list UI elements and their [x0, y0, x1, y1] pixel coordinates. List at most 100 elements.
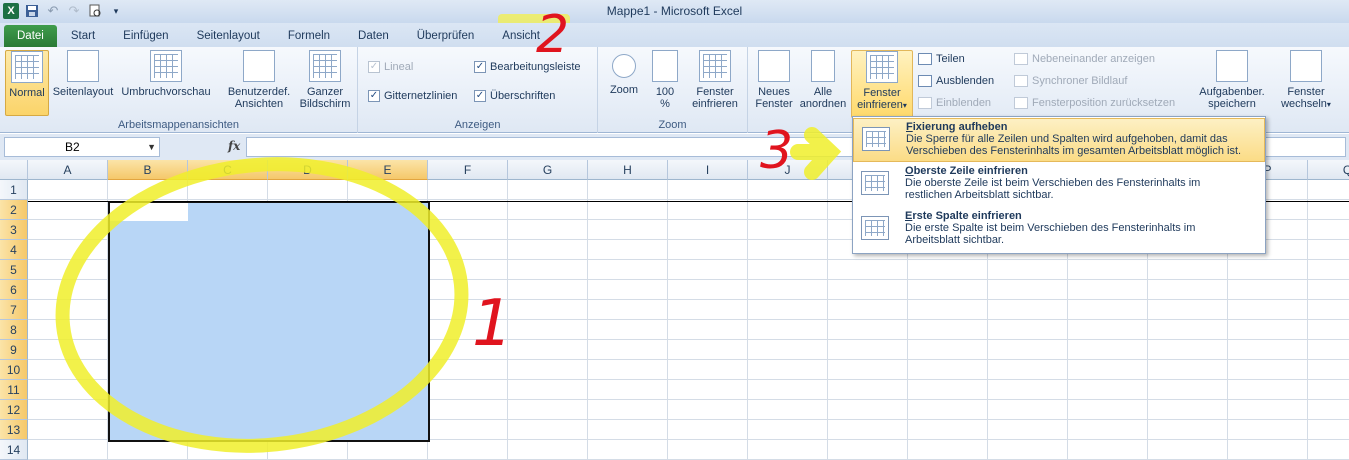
row-header-9[interactable]: 9	[0, 340, 28, 360]
column-header-j[interactable]: J	[748, 160, 828, 180]
row-header-14[interactable]: 14	[0, 440, 28, 460]
freeze-panes-icon	[866, 51, 898, 83]
group-show: ✓ Lineal ✓ Bearbeitungsleiste ✓ Gitterne…	[358, 47, 598, 133]
row-header-8[interactable]: 8	[0, 320, 28, 340]
reset-position-icon	[1014, 97, 1028, 109]
new-window-button[interactable]: Neues Fenster	[752, 50, 796, 110]
name-box[interactable]: B2 ▼	[4, 137, 160, 157]
freeze-top-row-item[interactable]: Oberste Zeile einfrieren Die oberste Zei…	[853, 163, 1265, 207]
page-layout-button[interactable]: Seitenlayout	[52, 50, 114, 98]
save-workspace-icon	[1216, 50, 1248, 82]
column-header-g[interactable]: G	[508, 160, 588, 180]
split-icon	[918, 53, 932, 65]
tab-einfuegen[interactable]: Einfügen	[109, 25, 182, 47]
hide-button[interactable]: Ausblenden	[918, 75, 994, 87]
window-title: Mappe1 - Microsoft Excel	[606, 4, 743, 18]
reset-window-position-button[interactable]: Fensterposition zurücksetzen	[1014, 97, 1175, 109]
ruler-checkbox[interactable]: ✓ Lineal	[368, 61, 413, 73]
split-button[interactable]: Teilen	[918, 53, 965, 65]
column-header-b[interactable]: B	[108, 160, 188, 180]
zoom-100-button[interactable]: 100 %	[648, 50, 682, 110]
row-header-3[interactable]: 3	[0, 220, 28, 240]
row-header-6[interactable]: 6	[0, 280, 28, 300]
arrange-all-button[interactable]: Alle anordnen	[798, 50, 848, 110]
row-header-13[interactable]: 13	[0, 420, 28, 440]
insert-function-icon[interactable]: fx	[228, 139, 240, 153]
column-header-f[interactable]: F	[428, 160, 508, 180]
custom-views-button[interactable]: Benutzerdef. Ansichten	[224, 50, 294, 110]
title-bar: X ↶ ↷ ▾ Mappe1 - Microsoft Excel	[0, 0, 1349, 23]
save-workspace-button[interactable]: Aufgabenber. speichern	[1194, 50, 1270, 110]
formula-bar-check-icon: ✓	[474, 61, 486, 73]
headings-check-icon: ✓	[474, 90, 486, 102]
freeze-first-column-icon	[861, 216, 889, 240]
magnifier-icon	[612, 54, 636, 78]
tab-ansicht[interactable]: Ansicht	[488, 25, 554, 47]
row-header-11[interactable]: 11	[0, 380, 28, 400]
hide-icon	[918, 75, 932, 87]
freeze-first-column-item[interactable]: Erste Spalte einfrieren Die erste Spalte…	[853, 208, 1265, 252]
new-window-icon	[758, 50, 790, 82]
unhide-button[interactable]: Einblenden	[918, 97, 991, 109]
sync-scroll-button[interactable]: Synchroner Bildlauf	[1014, 75, 1127, 87]
formula-bar-checkbox[interactable]: ✓ Bearbeitungsleiste	[474, 61, 581, 73]
row-header-2[interactable]: 2	[0, 200, 28, 220]
group-label-show: Anzeigen	[454, 119, 501, 131]
zoom-button[interactable]: Zoom	[604, 50, 644, 96]
page-layout-icon	[67, 50, 99, 82]
active-cell-b2[interactable]	[110, 203, 188, 221]
column-header-d[interactable]: D	[268, 160, 348, 180]
column-header-h[interactable]: H	[588, 160, 668, 180]
row-header-1[interactable]: 1	[0, 180, 28, 200]
row-header-5[interactable]: 5	[0, 260, 28, 280]
column-header-e[interactable]: E	[348, 160, 428, 180]
row-header-12[interactable]: 12	[0, 400, 28, 420]
group-zoom: Zoom 100 % Fenster einfrieren Zoom	[598, 47, 748, 133]
unfreeze-panes-item[interactable]: Fixierung aufheben Die Sperre für alle Z…	[853, 118, 1265, 162]
side-by-side-button[interactable]: Nebeneinander anzeigen	[1014, 53, 1155, 65]
gridlines-checkbox[interactable]: ✓ Gitternetzlinien	[368, 90, 457, 102]
tab-daten[interactable]: Daten	[344, 25, 403, 47]
column-header-q[interactable]: Q	[1308, 160, 1349, 180]
zoom-selection-icon	[699, 50, 731, 82]
name-box-dropdown-icon[interactable]: ▼	[147, 138, 156, 156]
row-header-4[interactable]: 4	[0, 240, 28, 260]
group-label-zoom: Zoom	[658, 119, 687, 131]
column-header-c[interactable]: C	[188, 160, 268, 180]
selected-range[interactable]	[108, 201, 430, 442]
unhide-icon	[918, 97, 932, 109]
column-header-a[interactable]: A	[28, 160, 108, 180]
select-all-corner[interactable]	[0, 160, 28, 180]
switch-windows-icon	[1290, 50, 1322, 82]
freeze-top-row-icon	[861, 171, 889, 195]
ruler-check-icon: ✓	[368, 61, 380, 73]
normal-view-button[interactable]: Normal	[5, 50, 49, 116]
row-header-7[interactable]: 7	[0, 300, 28, 320]
arrange-all-icon	[811, 50, 835, 82]
page-break-icon	[150, 50, 182, 82]
tab-formeln[interactable]: Formeln	[274, 25, 344, 47]
tab-ueberpruefen[interactable]: Überprüfen	[403, 25, 489, 47]
freeze-panes-button[interactable]: Fenster einfrieren▾	[851, 50, 913, 118]
headings-checkbox[interactable]: ✓ Überschriften	[474, 90, 555, 102]
tab-seitenlayout[interactable]: Seitenlayout	[183, 25, 274, 47]
gridlines-check-icon: ✓	[368, 90, 380, 102]
full-screen-icon	[309, 50, 341, 82]
side-by-side-icon	[1014, 53, 1028, 65]
tab-start[interactable]: Start	[57, 25, 109, 47]
freeze-panes-menu: Fixierung aufheben Die Sperre für alle Z…	[852, 116, 1266, 254]
row-header-10[interactable]: 10	[0, 360, 28, 380]
ribbon-tabs: Datei Start Einfügen Seitenlayout Formel…	[0, 23, 1349, 47]
custom-views-icon	[243, 50, 275, 82]
zoom-100-icon	[652, 50, 678, 82]
zoom-to-selection-button[interactable]: Fenster einfrieren	[686, 50, 744, 110]
page-break-preview-button[interactable]: Umbruchvorschau	[118, 50, 214, 98]
tab-datei[interactable]: Datei	[4, 25, 57, 47]
full-screen-button[interactable]: Ganzer Bildschirm	[296, 50, 354, 110]
group-label-workbook-views: Arbeitsmappenansichten	[117, 119, 240, 131]
column-header-i[interactable]: I	[668, 160, 748, 180]
group-workbook-views: Normal Seitenlayout Umbruchvorschau Benu…	[0, 47, 358, 133]
unfreeze-panes-icon	[862, 127, 890, 151]
sync-scroll-icon	[1014, 75, 1028, 87]
switch-windows-button[interactable]: Fenster wechseln▾	[1276, 50, 1336, 111]
